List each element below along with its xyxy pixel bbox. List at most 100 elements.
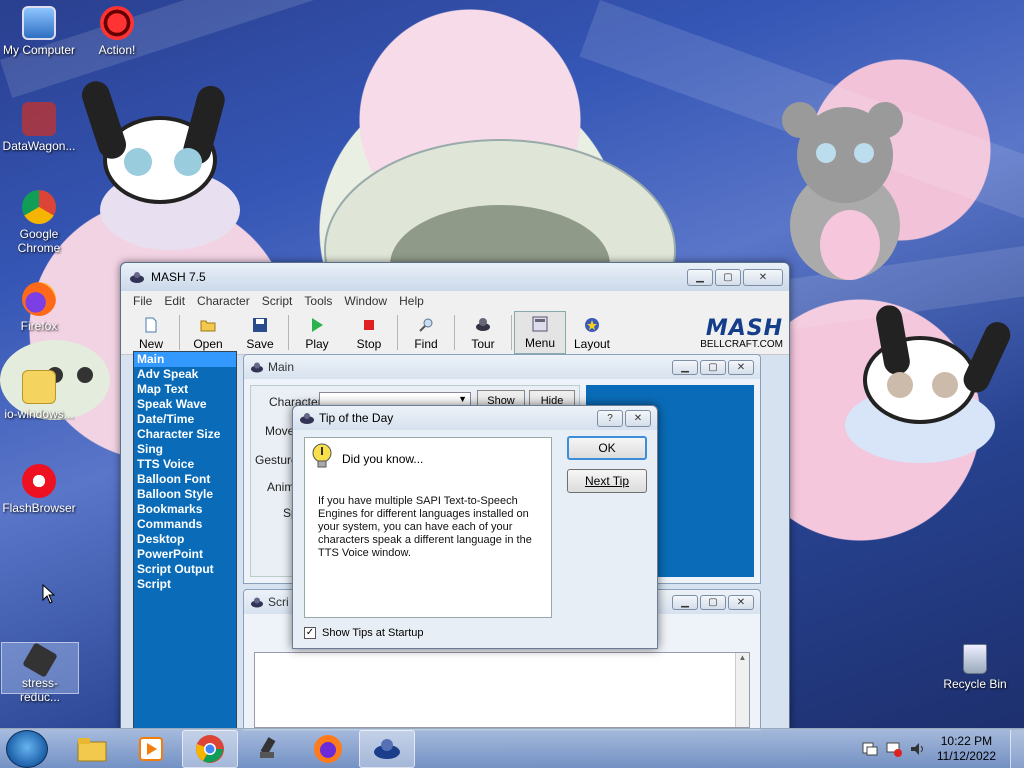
new-button[interactable]: New — [125, 311, 177, 354]
desktop-icon-label: My Computer — [2, 43, 76, 57]
save-button[interactable]: Save — [234, 311, 286, 354]
feature-item[interactable]: Balloon Font — [134, 472, 236, 487]
desktop-icon-datawagon[interactable]: DataWagon... — [0, 102, 78, 153]
taskbar-stress-tool[interactable] — [241, 730, 297, 768]
desktop-icon-my-computer[interactable]: My Computer — [0, 6, 78, 57]
floppy-disk-icon — [253, 318, 267, 332]
feature-item[interactable]: TTS Voice — [134, 457, 236, 472]
feature-item[interactable]: Adv Speak — [134, 367, 236, 382]
menu-window[interactable]: Window — [338, 294, 393, 308]
move-label: Move — [265, 424, 295, 438]
feature-item[interactable]: PowerPoint — [134, 547, 236, 562]
tour-icon — [476, 318, 490, 331]
close-button[interactable]: ✕ — [728, 594, 754, 610]
tip-heading: Did you know... — [342, 452, 424, 466]
feature-item[interactable]: Character Size — [134, 427, 236, 442]
close-button[interactable]: ✕ — [625, 409, 651, 427]
taskbar-mash[interactable] — [359, 729, 415, 768]
firefox-icon — [314, 734, 342, 763]
feature-item[interactable]: Speak Wave — [134, 397, 236, 412]
desktop-icon-chrome[interactable]: Google Chrome — [0, 190, 78, 255]
play-button[interactable]: Play — [291, 311, 343, 354]
script-editor[interactable]: ▲ — [254, 652, 750, 728]
open-button[interactable]: Open — [182, 311, 234, 354]
show-tips-checkbox[interactable]: ✓ Show Tips at Startup — [304, 627, 424, 639]
start-button[interactable] — [6, 729, 48, 768]
stop-button[interactable]: Stop — [343, 311, 395, 354]
desktop-icon-action[interactable]: Action! — [78, 6, 156, 57]
scrollbar[interactable]: ▲ — [735, 653, 749, 727]
menu-file[interactable]: File — [127, 294, 158, 308]
tip-of-the-day-dialog: Tip of the Day ? ✕ Did you know... If yo… — [292, 405, 658, 649]
checkbox-checked-icon: ✓ — [304, 627, 316, 639]
taskbar-chrome[interactable] — [182, 729, 238, 768]
system-tray: 10:22 PM 11/12/2022 — [861, 729, 1024, 768]
chrome-icon — [196, 734, 224, 763]
menu-button[interactable]: Menu — [514, 311, 566, 354]
find-button[interactable]: Find — [400, 311, 452, 354]
minimize-button[interactable]: ▁ — [672, 359, 698, 375]
minimize-button[interactable]: ▁ — [687, 268, 713, 286]
menu-tools[interactable]: Tools — [298, 294, 338, 308]
next-tip-button[interactable]: Next Tip — [567, 469, 647, 493]
desktop-icon-stress-reduc[interactable]: stress-reduc... — [1, 642, 79, 704]
open-button-label: Open — [193, 337, 223, 351]
menu-character[interactable]: Character — [191, 294, 256, 308]
feature-item[interactable]: Sing — [134, 442, 236, 457]
maximize-button[interactable]: ▢ — [715, 268, 741, 286]
action-center-icon[interactable] — [861, 741, 879, 757]
feature-item[interactable]: Bookmarks — [134, 502, 236, 517]
magnifier-icon — [419, 318, 433, 332]
show-tips-label: Show Tips at Startup — [322, 627, 424, 639]
show-desktop-button[interactable] — [1010, 729, 1024, 768]
feature-item[interactable]: Date/Time — [134, 412, 236, 427]
desktop-icon-flashbrowser[interactable]: FlashBrowser — [0, 464, 78, 515]
toolbar-separator — [288, 315, 289, 350]
help-button[interactable]: ? — [597, 409, 623, 427]
tip-text: If you have multiple SAPI Text-to-Speech… — [318, 495, 532, 559]
maximize-button[interactable]: ▢ — [700, 594, 726, 610]
feature-item[interactable]: Map Text — [134, 382, 236, 397]
network-icon[interactable] — [885, 741, 903, 757]
close-button[interactable]: ✕ — [743, 268, 783, 286]
feature-list: Main Adv Speak Map Text Speak Wave Date/… — [133, 351, 237, 729]
volume-icon[interactable] — [909, 741, 927, 757]
menu-edit[interactable]: Edit — [158, 294, 191, 308]
desktop-icon-label: Action! — [98, 43, 136, 57]
layout-button-label: Layout — [573, 337, 611, 351]
mouse-cursor-icon — [42, 584, 56, 604]
menu-help[interactable]: Help — [393, 294, 430, 308]
lightbulb-icon — [312, 443, 332, 468]
mash-logo-text: MASH — [705, 315, 783, 341]
feature-item[interactable]: Commands — [134, 517, 236, 532]
desktop-icon-firefox[interactable]: Firefox — [0, 282, 78, 333]
window-titlebar[interactable]: MASH 7.5 ▁ ▢ ✕ — [121, 263, 789, 291]
ok-button[interactable]: OK — [567, 436, 647, 460]
child-titlebar[interactable]: Main ▁ ▢ ✕ — [244, 355, 760, 379]
menu-script[interactable]: Script — [256, 294, 299, 308]
dialog-titlebar[interactable]: Tip of the Day ? ✕ — [293, 406, 657, 430]
maximize-button[interactable]: ▢ — [700, 359, 726, 375]
desktop-icon-recycle-bin[interactable]: Recycle Bin — [936, 644, 1014, 691]
chrome-icon — [22, 190, 56, 224]
taskbar-media-player[interactable] — [123, 730, 179, 768]
minimize-button[interactable]: ▁ — [672, 594, 698, 610]
taskbar-clock[interactable]: 10:22 PM 11/12/2022 — [937, 734, 996, 764]
mash-app-icon — [130, 272, 144, 283]
recycle-bin-icon — [963, 644, 987, 674]
feature-item-main[interactable]: Main — [134, 352, 236, 367]
taskbar-explorer[interactable] — [64, 730, 120, 768]
tour-button[interactable]: Tour — [457, 311, 509, 354]
firefox-icon — [22, 282, 56, 316]
feature-item[interactable]: Script Output — [134, 562, 236, 577]
close-button[interactable]: ✕ — [728, 359, 754, 375]
feature-item[interactable]: Desktop — [134, 532, 236, 547]
layout-button[interactable]: Layout — [566, 311, 618, 354]
feature-item[interactable]: Balloon Style — [134, 487, 236, 502]
desktop-icon-io-windows[interactable]: io-windows... — [0, 370, 78, 421]
find-button-label: Find — [414, 337, 438, 351]
taskbar-firefox[interactable] — [300, 730, 356, 768]
window-title: MASH 7.5 — [151, 270, 206, 284]
desktop-icon-label: stress-reduc... — [19, 676, 61, 704]
feature-item[interactable]: Script — [134, 577, 236, 592]
